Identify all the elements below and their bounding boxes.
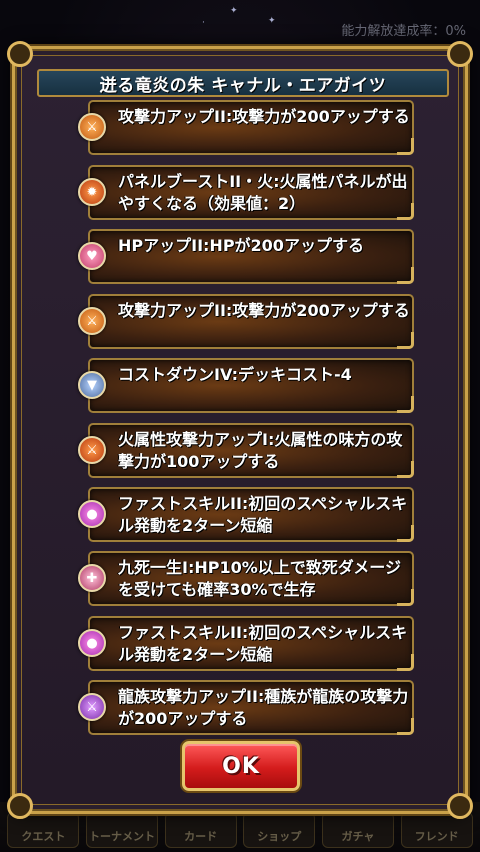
dialog-title: 迸る竜炎の朱 キャナル・エアガイツ [99,75,387,96]
nav-tournament[interactable]: トーナメント [85,812,158,848]
skill-description: 攻撃力アップII:攻撃力が200アップする [118,301,410,320]
skill-card: コストダウンIV:デッキコスト-4 [88,358,414,413]
ability-unlock-rate: 能力解放達成率：0% [341,24,466,39]
attack-up-icon: ⚔ [78,113,106,141]
skill-description: コストダウンIV:デッキコスト-4 [118,365,352,384]
skill-card: 龍族攻撃力アップII:種族が龍族の攻撃力が200アップする [88,680,414,735]
skill-item: 龍族攻撃力アップII:種族が龍族の攻撃力が200アップする ⚔ [78,680,416,735]
nav-gacha[interactable]: ガチャ [321,812,394,848]
skill-card: ファストスキルII:初回のスペシャルスキル発動を2ターン短縮 [88,616,414,671]
skill-item: ファストスキルII:初回のスペシャルスキル発動を2ターン短縮 ● [78,487,416,542]
attack-up-icon: ⚔ [78,307,106,335]
skill-card: HPアップII:HPが200アップする [88,229,414,284]
dragon-attack-up-icon: ⚔ [78,693,106,721]
corner-ornament [447,41,473,67]
corner-ornament [447,793,473,819]
skill-description: 火属性攻撃力アップI:火属性の味方の攻撃力が100アップする [118,430,403,471]
skill-item: HPアップII:HPが200アップする ♥ [78,229,416,284]
corner-ornament [7,41,33,67]
fast-skill-icon: ● [78,500,106,528]
skill-description: 龍族攻撃力アップII:種族が龍族の攻撃力が200アップする [118,687,409,728]
star-decoration: ✦ [268,16,276,26]
corner-ornament [7,793,33,819]
skill-item: 火属性攻撃力アップI:火属性の味方の攻撃力が100アップする ⚔ [78,423,416,478]
star-decoration: · [202,18,205,28]
skill-item: パネルブーストII・火:火属性パネルが出やすくなる（効果値：2） ✹ [78,165,416,220]
fire-attack-up-icon: ⚔ [78,436,106,464]
skill-description: 九死一生I:HP10%以上で致死ダメージを受けても確率30%で生存 [118,558,401,599]
dialog-title-bar: 迸る竜炎の朱 キャナル・エアガイツ [37,69,449,97]
skill-description: パネルブーストII・火:火属性パネルが出やすくなる（効果値：2） [118,172,408,213]
hp-up-icon: ♥ [78,242,106,270]
star-decoration: ✦ [230,6,238,16]
skill-card: 攻撃力アップII:攻撃力が200アップする [88,100,414,155]
skill-item: 九死一生I:HP10%以上で致死ダメージを受けても確率30%で生存 ✚ [78,551,416,606]
skill-description: ファストスキルII:初回のスペシャルスキル発動を2ターン短縮 [118,494,408,535]
skill-description: HPアップII:HPが200アップする [118,236,364,255]
skill-card: 九死一生I:HP10%以上で致死ダメージを受けても確率30%で生存 [88,551,414,606]
cost-down-icon: ▼ [78,371,106,399]
skill-description: 攻撃力アップII:攻撃力が200アップする [118,107,410,126]
nav-shop[interactable]: ショップ [243,812,316,848]
skill-card: ファストスキルII:初回のスペシャルスキル発動を2ターン短縮 [88,487,414,542]
skill-item: ファストスキルII:初回のスペシャルスキル発動を2ターン短縮 ● [78,616,416,671]
skill-item: 攻撃力アップII:攻撃力が200アップする ⚔ [78,294,416,349]
skill-card: パネルブーストII・火:火属性パネルが出やすくなる（効果値：2） [88,165,414,220]
skill-description: ファストスキルII:初回のスペシャルスキル発動を2ターン短縮 [118,623,408,664]
survive-icon: ✚ [78,564,106,592]
nav-card[interactable]: カード [164,812,237,848]
skill-card: 火属性攻撃力アップI:火属性の味方の攻撃力が100アップする [88,423,414,478]
panel-boost-icon: ✹ [78,178,106,206]
skill-card: 攻撃力アップII:攻撃力が200アップする [88,294,414,349]
ok-button-label: OK [222,753,260,779]
skill-item: 攻撃力アップII:攻撃力が200アップする ⚔ [78,100,416,155]
fast-skill-icon: ● [78,629,106,657]
ok-button[interactable]: OK [182,741,300,791]
skill-item: コストダウンIV:デッキコスト-4 ▼ [78,358,416,413]
